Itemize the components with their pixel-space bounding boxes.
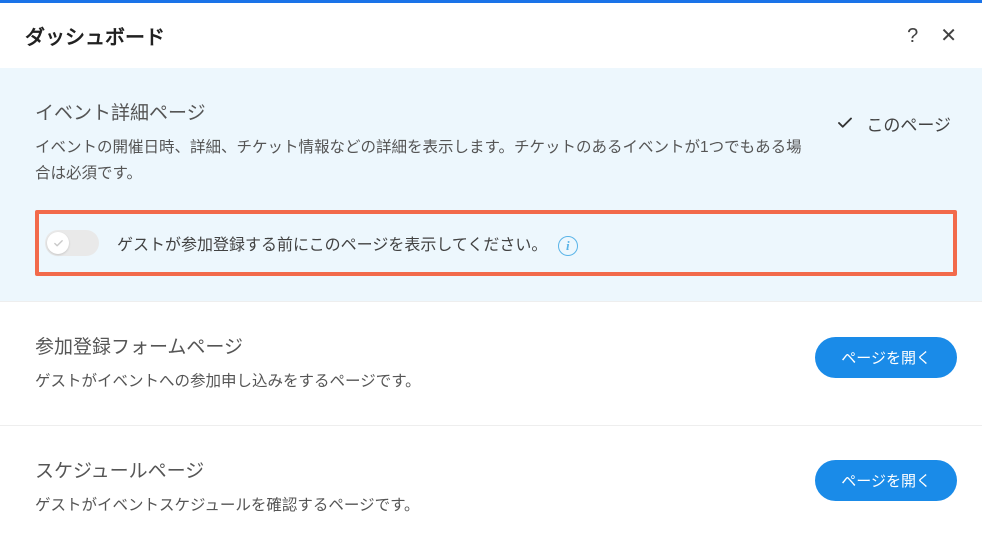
close-icon[interactable]: ✕ (940, 26, 957, 46)
info-icon[interactable]: i (558, 236, 578, 256)
schedule-desc: ゲストがイベントスケジュールを確認するページです。 (35, 493, 795, 519)
show-before-register-label: ゲストが参加登録する前にこのページを表示してください。 (117, 237, 547, 254)
show-before-register-toggle[interactable] (45, 230, 99, 256)
registration-title: 参加登録フォームページ (35, 332, 795, 359)
section-registration: 参加登録フォームページ ゲストがイベントへの参加申し込みをするページです。 ペー… (0, 302, 982, 426)
toggle-knob (47, 232, 69, 254)
section-schedule: スケジュールページ ゲストがイベントスケジュールを確認するページです。 ページを… (0, 426, 982, 548)
open-schedule-page-button[interactable]: ページを開く (815, 460, 957, 501)
help-icon[interactable]: ? (907, 26, 918, 46)
registration-desc: ゲストがイベントへの参加申し込みをするページです。 (35, 369, 795, 395)
this-page-label: このページ (866, 111, 951, 136)
check-icon (836, 114, 854, 132)
open-registration-page-button[interactable]: ページを開く (815, 337, 957, 378)
header: ダッシュボード ? ✕ (0, 3, 982, 68)
show-before-register-toggle-row: ゲストが参加登録する前にこのページを表示してください。 i (35, 210, 957, 276)
event-detail-desc: イベントの開催日時、詳細、チケット情報などの詳細を表示します。チケットのあるイベ… (35, 135, 816, 186)
page-title: ダッシュボード (25, 21, 907, 50)
schedule-title: スケジュールページ (35, 456, 795, 483)
toggle-label-wrap: ゲストが参加登録する前にこのページを表示してください。 i (117, 231, 578, 256)
section-event-detail: イベント詳細ページ イベントの開催日時、詳細、チケット情報などの詳細を表示します… (0, 68, 982, 302)
header-actions: ? ✕ (907, 26, 957, 46)
event-detail-title: イベント詳細ページ (35, 98, 816, 125)
this-page-indicator: このページ (836, 111, 957, 136)
